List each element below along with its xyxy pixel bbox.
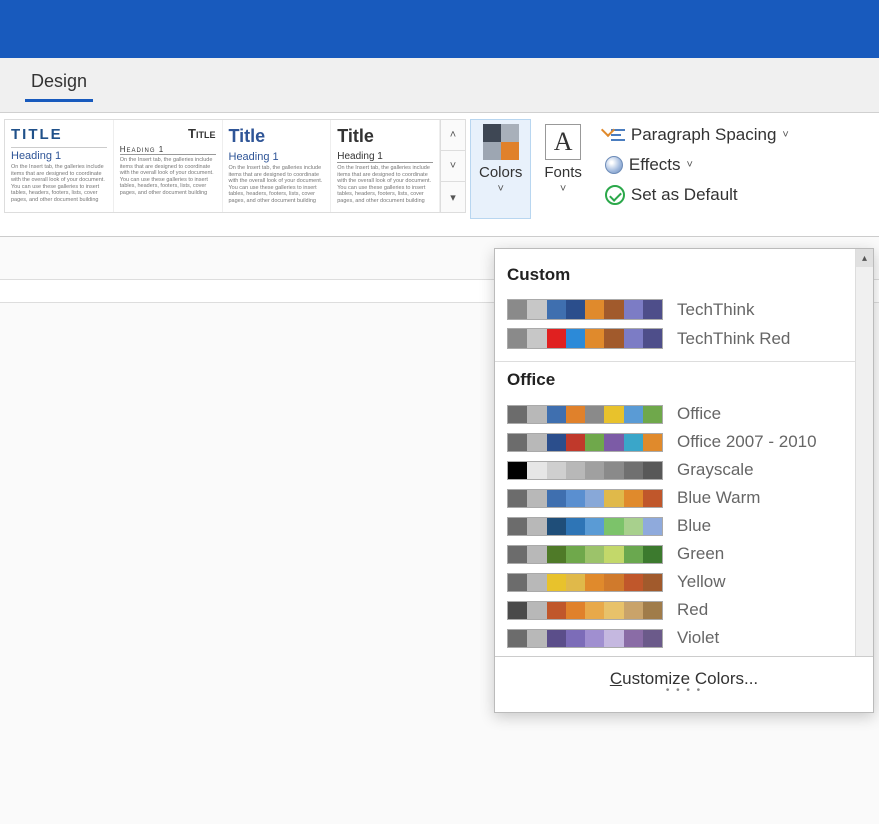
theme-gallery-items: TITLE Heading 1 On the Insert tab, the g… — [5, 120, 440, 212]
fonts-label: Fonts — [544, 164, 582, 181]
paragraph-spacing-icon — [605, 127, 625, 143]
thumb-title: TITLE — [11, 126, 107, 143]
thumb-heading: Heading 1 — [120, 145, 216, 155]
color-scheme-label: Office — [677, 404, 721, 424]
color-scheme-option[interactable]: Violet — [503, 624, 865, 652]
ribbon-tab-row: Design — [0, 58, 879, 113]
effects-icon — [605, 156, 623, 174]
color-swatch-strip — [507, 629, 663, 648]
thumb-body: On the Insert tab, the galleries include… — [337, 165, 433, 205]
color-scheme-label: Green — [677, 544, 724, 564]
color-scheme-option[interactable]: Yellow — [503, 568, 865, 596]
effects-label: Effects — [629, 155, 681, 175]
fonts-button[interactable]: A Fonts ˅ — [535, 119, 591, 219]
ribbon: TITLE Heading 1 On the Insert tab, the g… — [0, 113, 879, 237]
color-scheme-option[interactable]: TechThink — [503, 295, 865, 324]
gallery-scroll-up[interactable]: ˄ — [441, 120, 465, 151]
theme-thumbnail[interactable]: TITLE Heading 1 On the Insert tab, the g… — [5, 120, 114, 212]
color-swatch-strip — [507, 299, 663, 320]
chevron-down-icon: ˅ — [497, 183, 503, 195]
scroll-up-icon[interactable]: ▴ — [856, 249, 873, 267]
theme-thumbnail[interactable]: Title Heading 1 On the Insert tab, the g… — [114, 120, 223, 212]
theme-gallery: TITLE Heading 1 On the Insert tab, the g… — [4, 119, 466, 213]
color-swatch-strip — [507, 517, 663, 536]
thumb-body: On the Insert tab, the galleries include… — [120, 157, 216, 197]
color-swatch-strip — [507, 489, 663, 508]
color-swatch-strip — [507, 545, 663, 564]
resize-grip-icon[interactable]: • • • • — [507, 685, 861, 700]
color-scheme-option[interactable]: Green — [503, 540, 865, 568]
chevron-down-icon: ˅ — [687, 159, 693, 171]
color-swatch-strip — [507, 405, 663, 424]
colors-section-custom-header: Custom — [503, 257, 865, 295]
ribbon-right-group: Paragraph Spacing ˅ Effects ˅ Set as Def… — [601, 119, 793, 207]
gallery-more[interactable]: ▾ — [441, 182, 465, 212]
paragraph-spacing-label: Paragraph Spacing — [631, 125, 777, 145]
title-bar — [0, 0, 879, 58]
color-scheme-label: Violet — [677, 628, 719, 648]
color-scheme-option[interactable]: Red — [503, 596, 865, 624]
thumb-title: Title — [229, 126, 325, 147]
color-scheme-option[interactable]: Office 2007 - 2010 — [503, 428, 865, 456]
colors-button[interactable]: Colors ˅ — [470, 119, 531, 219]
paragraph-spacing-button[interactable]: Paragraph Spacing ˅ — [601, 123, 793, 147]
color-scheme-label: TechThink Red — [677, 329, 790, 349]
gallery-scroll-buttons: ˄ ˅ ▾ — [440, 120, 465, 212]
color-scheme-option[interactable]: TechThink Red — [503, 324, 865, 353]
thumb-body: On the Insert tab, the galleries include… — [229, 165, 325, 205]
color-scheme-label: Red — [677, 600, 708, 620]
chevron-down-icon: ˅ — [560, 183, 566, 195]
theme-thumbnail[interactable]: Title Heading 1 On the Insert tab, the g… — [331, 120, 440, 212]
gallery-scroll-down[interactable]: ˅ — [441, 151, 465, 182]
tab-design[interactable]: Design — [25, 65, 93, 106]
colors-section-office-header: Office — [503, 362, 865, 400]
thumb-title: Title — [337, 126, 433, 147]
color-scheme-label: Office 2007 - 2010 — [677, 432, 817, 452]
color-scheme-label: Grayscale — [677, 460, 754, 480]
color-scheme-option[interactable]: Blue Warm — [503, 484, 865, 512]
colors-label: Colors — [479, 164, 522, 181]
color-scheme-label: Blue Warm — [677, 488, 760, 508]
effects-button[interactable]: Effects ˅ — [601, 153, 793, 177]
color-scheme-option[interactable]: Office — [503, 400, 865, 428]
set-as-default-label: Set as Default — [631, 185, 738, 205]
color-scheme-label: Yellow — [677, 572, 726, 592]
theme-thumbnail[interactable]: Title Heading 1 On the Insert tab, the g… — [223, 120, 332, 212]
thumb-heading: Heading 1 — [337, 151, 433, 163]
color-swatch-strip — [507, 461, 663, 480]
dropdown-scrollbar[interactable]: ▴ — [855, 249, 873, 656]
color-swatch-strip — [507, 433, 663, 452]
color-swatch-strip — [507, 328, 663, 349]
customize-colors-button[interactable]: Customize Colors... • • • • — [495, 656, 873, 712]
color-scheme-label: Blue — [677, 516, 711, 536]
color-scheme-label: TechThink — [677, 300, 754, 320]
fonts-icon: A — [545, 124, 581, 160]
check-circle-icon — [605, 185, 625, 205]
thumb-heading: Heading 1 — [229, 151, 325, 163]
thumb-heading: Heading 1 — [11, 150, 107, 162]
thumb-body: On the Insert tab, the galleries include… — [11, 164, 107, 204]
color-swatch-strip — [507, 573, 663, 592]
color-scheme-option[interactable]: Blue — [503, 512, 865, 540]
colors-dropdown: ▴ Custom TechThink TechThink Red Office O… — [494, 248, 874, 713]
colors-icon — [483, 124, 519, 160]
color-swatch-strip — [507, 601, 663, 620]
thumb-title: Title — [120, 126, 216, 141]
color-scheme-option[interactable]: Grayscale — [503, 456, 865, 484]
chevron-down-icon: ˅ — [782, 129, 788, 141]
set-as-default-button[interactable]: Set as Default — [601, 183, 793, 207]
